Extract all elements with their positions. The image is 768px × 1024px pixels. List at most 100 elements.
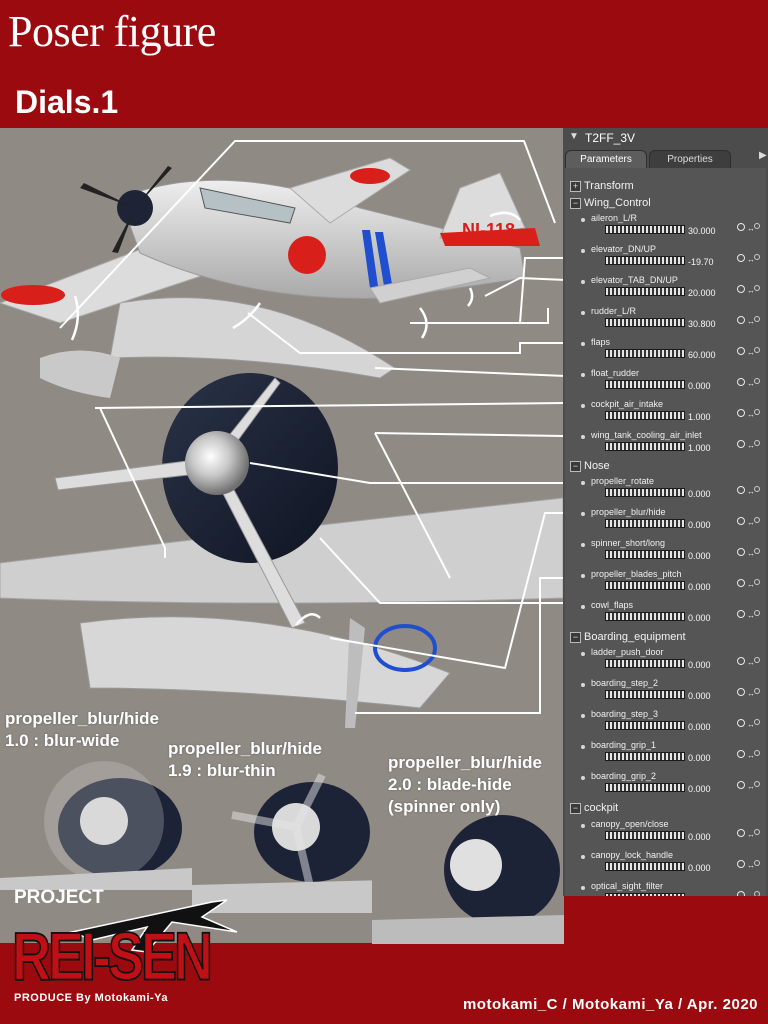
dial-options-icon[interactable] (737, 891, 745, 896)
key-icon[interactable] (754, 548, 760, 554)
group-cockpit[interactable]: − cockpit (570, 802, 618, 815)
param-value[interactable]: 20.000 (688, 288, 716, 298)
param-row[interactable]: rudder_L/R 30.800 ↔ (565, 306, 766, 337)
param-dial[interactable] (605, 783, 685, 792)
tab-scroll-right-icon[interactable]: ▶ (759, 150, 767, 161)
param-value[interactable]: 0.000 (688, 381, 711, 391)
dial-options-icon[interactable] (737, 719, 745, 727)
param-row[interactable]: cockpit_air_intake 1.000 ↔ (565, 399, 766, 430)
param-row[interactable]: boarding_grip_1 0.000 ↔ (565, 740, 766, 771)
collapse-icon[interactable]: − (570, 197, 581, 209)
param-dial[interactable] (605, 380, 685, 389)
tab-properties[interactable]: Properties (649, 150, 731, 168)
param-row[interactable]: canopy_open/close 0.000 ↔ (565, 819, 766, 850)
dial-options-icon[interactable] (737, 347, 745, 355)
param-value[interactable]: 0.000 (688, 753, 711, 763)
dial-options-icon[interactable] (737, 409, 745, 417)
param-value[interactable]: 1.000 (688, 412, 711, 422)
param-dial[interactable] (605, 442, 685, 451)
param-dial[interactable] (605, 581, 685, 590)
param-value[interactable]: -19.70 (688, 257, 714, 267)
collapse-triangle-icon[interactable]: ▼ (569, 131, 579, 142)
group-boarding-equipment[interactable]: − Boarding_equipment (570, 631, 686, 644)
dial-options-icon[interactable] (737, 750, 745, 758)
param-value[interactable]: 0.000 (688, 551, 711, 561)
dial-options-icon[interactable] (737, 860, 745, 868)
param-row[interactable]: boarding_grip_2 0.000 ↔ (565, 771, 766, 802)
param-value[interactable]: 0.000 (688, 863, 711, 873)
param-value[interactable]: 0.000 (688, 489, 711, 499)
dial-options-icon[interactable] (737, 285, 745, 293)
param-row[interactable]: boarding_step_3 0.000 ↔ (565, 709, 766, 740)
dial-options-icon[interactable] (737, 688, 745, 696)
group-transform[interactable]: + Transform (570, 180, 634, 193)
dial-options-icon[interactable] (737, 548, 745, 556)
param-dial[interactable] (605, 519, 685, 528)
key-icon[interactable] (754, 657, 760, 663)
param-dial[interactable] (605, 318, 685, 327)
param-row[interactable]: propeller_blur/hide 0.000 ↔ (565, 507, 766, 538)
key-icon[interactable] (754, 688, 760, 694)
expand-icon[interactable]: + (570, 180, 581, 192)
key-icon[interactable] (754, 347, 760, 353)
param-row[interactable]: boarding_step_2 0.000 ↔ (565, 678, 766, 709)
key-icon[interactable] (754, 486, 760, 492)
dial-options-icon[interactable] (737, 440, 745, 448)
param-row[interactable]: flaps 60.000 ↔ (565, 337, 766, 368)
dial-options-icon[interactable] (737, 579, 745, 587)
param-dial[interactable] (605, 287, 685, 296)
group-nose[interactable]: − Nose (570, 460, 610, 473)
panel-header[interactable]: ▼ T2FF_3V (563, 128, 768, 148)
key-icon[interactable] (754, 254, 760, 260)
param-dial[interactable] (605, 256, 685, 265)
param-dial[interactable] (605, 411, 685, 420)
param-dial[interactable] (605, 831, 685, 840)
param-dial[interactable] (605, 862, 685, 871)
param-value[interactable]: 1.000 (688, 443, 711, 453)
key-icon[interactable] (754, 223, 760, 229)
param-row[interactable]: propeller_blades_pitch 0.000 ↔ (565, 569, 766, 600)
collapse-icon[interactable]: − (570, 802, 581, 814)
collapse-icon[interactable]: − (570, 631, 581, 643)
param-dial[interactable] (605, 225, 685, 234)
param-row[interactable]: float_rudder 0.000 ↔ (565, 368, 766, 399)
param-row[interactable]: wing_tank_cooling_air_inlet 1.000 ↔ (565, 430, 766, 461)
dial-options-icon[interactable] (737, 223, 745, 231)
key-icon[interactable] (754, 610, 760, 616)
param-row[interactable]: elevator_TAB_DN/UP 20.000 ↔ (565, 275, 766, 306)
dial-options-icon[interactable] (737, 517, 745, 525)
key-icon[interactable] (754, 378, 760, 384)
param-value[interactable]: 0.000 (688, 691, 711, 701)
param-row[interactable]: elevator_DN/UP -19.70 ↔ (565, 244, 766, 275)
key-icon[interactable] (754, 891, 760, 896)
param-dial[interactable] (605, 690, 685, 699)
param-value[interactable]: 0.000 (688, 722, 711, 732)
key-icon[interactable] (754, 781, 760, 787)
param-dial[interactable] (605, 550, 685, 559)
param-value[interactable]: 30.000 (688, 226, 716, 236)
param-dial[interactable] (605, 893, 685, 896)
key-icon[interactable] (754, 316, 760, 322)
key-icon[interactable] (754, 579, 760, 585)
dial-options-icon[interactable] (737, 781, 745, 789)
tab-parameters[interactable]: Parameters (565, 150, 647, 168)
key-icon[interactable] (754, 409, 760, 415)
dial-options-icon[interactable] (737, 657, 745, 665)
param-dial[interactable] (605, 349, 685, 358)
param-row[interactable]: ladder_push_door 0.000 ↔ (565, 647, 766, 678)
group-wing-control[interactable]: − Wing_Control (570, 197, 651, 210)
param-value[interactable]: 0.000 (688, 613, 711, 623)
param-row[interactable]: aileron_L/R 30.000 ↔ (565, 213, 766, 244)
param-value[interactable]: 0.000 (688, 660, 711, 670)
key-icon[interactable] (754, 517, 760, 523)
param-dial[interactable] (605, 488, 685, 497)
key-icon[interactable] (754, 440, 760, 446)
param-dial[interactable] (605, 659, 685, 668)
dial-options-icon[interactable] (737, 486, 745, 494)
param-row[interactable]: canopy_lock_handle 0.000 ↔ (565, 850, 766, 881)
param-dial[interactable] (605, 612, 685, 621)
key-icon[interactable] (754, 750, 760, 756)
collapse-icon[interactable]: − (570, 460, 581, 472)
key-icon[interactable] (754, 829, 760, 835)
dial-options-icon[interactable] (737, 316, 745, 324)
